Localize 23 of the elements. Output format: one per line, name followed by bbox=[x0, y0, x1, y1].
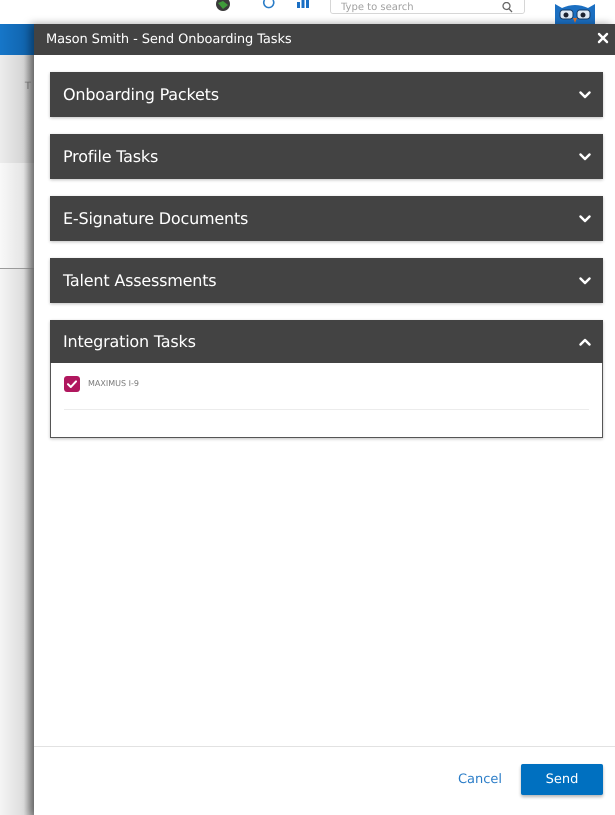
chevron-down-icon bbox=[579, 90, 591, 98]
search-icon[interactable] bbox=[502, 2, 513, 13]
accordion-header[interactable]: Integration Tasks bbox=[50, 320, 603, 363]
panel-title: Mason Smith - Send Onboarding Tasks bbox=[46, 32, 292, 47]
send-button[interactable]: Send bbox=[521, 764, 603, 794]
bar-chart-icon[interactable] bbox=[297, 0, 309, 8]
search-field[interactable]: Type to search bbox=[330, 0, 525, 14]
chevron-down-icon bbox=[579, 276, 591, 284]
chevron-down-icon bbox=[579, 152, 591, 160]
accordion-header[interactable]: E-Signature Documents bbox=[50, 196, 603, 241]
avatar-icon[interactable] bbox=[216, 0, 230, 11]
refresh-icon[interactable] bbox=[262, 0, 276, 9]
chevron-down-icon bbox=[579, 214, 591, 222]
close-icon bbox=[597, 32, 609, 44]
cancel-button[interactable]: Cancel bbox=[458, 770, 502, 788]
chevron-up-icon bbox=[579, 338, 591, 346]
accordion-header[interactable]: Talent Assessments bbox=[50, 258, 603, 303]
background-text: T bbox=[24, 81, 31, 93]
accordion-header[interactable]: Onboarding Packets bbox=[50, 72, 603, 117]
accordion-header[interactable]: Profile Tasks bbox=[50, 134, 603, 179]
task-label: MAXIMUS I-9 bbox=[88, 379, 139, 388]
checkbox[interactable] bbox=[64, 376, 80, 392]
close-button[interactable] bbox=[597, 32, 609, 44]
